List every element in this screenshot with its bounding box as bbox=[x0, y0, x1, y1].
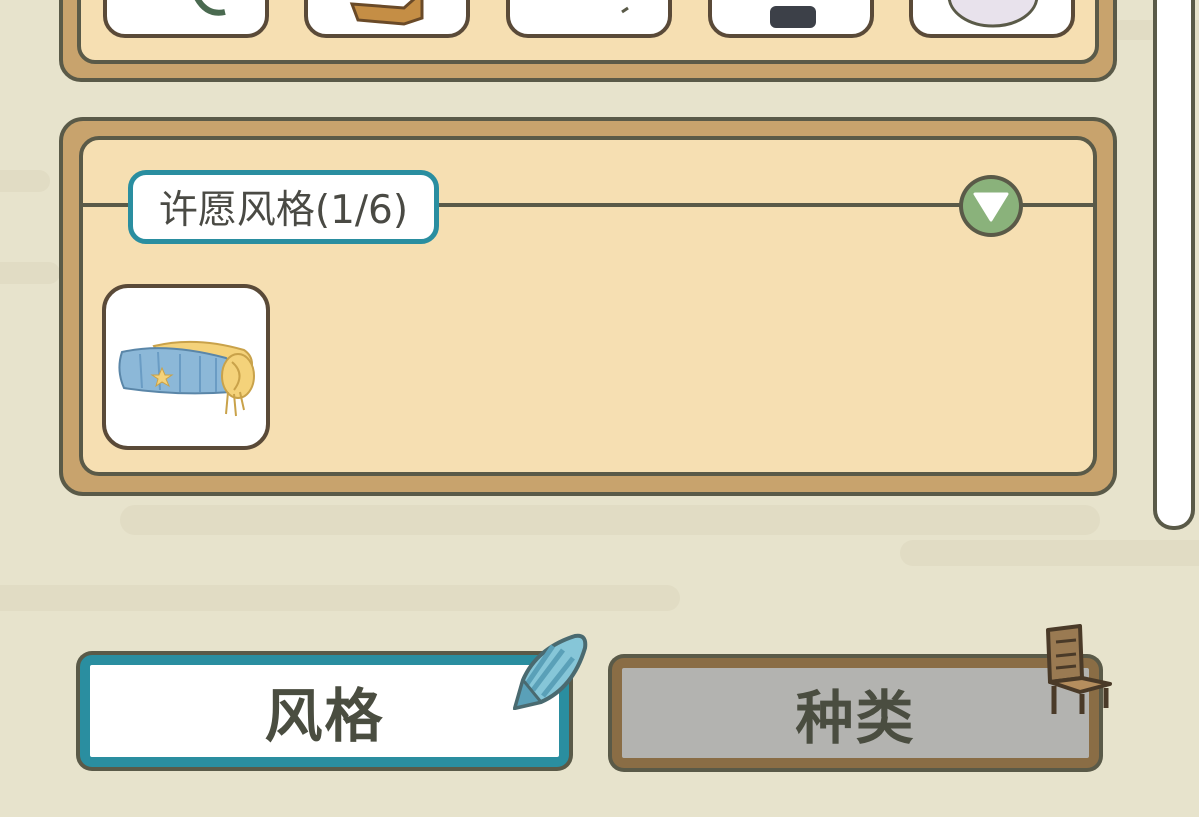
item-thumbnail-icon bbox=[621, 6, 629, 14]
category-tab-label: 种类 bbox=[795, 684, 916, 752]
style-tab-button[interactable]: 风格 bbox=[80, 655, 569, 767]
plate-icon bbox=[947, 0, 1039, 28]
background-streak bbox=[0, 262, 60, 284]
background-streak bbox=[0, 585, 680, 611]
item-slot[interactable] bbox=[708, 0, 874, 38]
jar-icon bbox=[770, 6, 816, 28]
seashell-icon bbox=[512, 633, 588, 711]
background-streak bbox=[900, 540, 1199, 566]
box-icon bbox=[349, 0, 424, 26]
blanket-roll-icon bbox=[118, 340, 255, 417]
scrollbar[interactable] bbox=[1153, 0, 1195, 530]
item-thumbnail-icon bbox=[194, 0, 226, 16]
item-slot[interactable] bbox=[909, 0, 1075, 38]
item-slot[interactable] bbox=[304, 0, 470, 38]
item-slot[interactable] bbox=[103, 0, 269, 38]
item-slot[interactable] bbox=[506, 0, 672, 38]
expand-dropdown-button[interactable] bbox=[959, 175, 1023, 237]
wish-style-title-tag: 许愿风格(1/6) bbox=[128, 170, 439, 244]
wish-style-title: 许愿风格(1/6) bbox=[158, 188, 409, 233]
style-tab-label: 风格 bbox=[264, 682, 385, 750]
background-streak bbox=[0, 170, 50, 192]
chair-icon bbox=[1046, 624, 1112, 714]
category-tab-button[interactable]: 种类 bbox=[612, 658, 1099, 768]
background-streak bbox=[120, 505, 1100, 535]
wish-item-slot[interactable] bbox=[102, 284, 270, 450]
triangle-down-icon bbox=[973, 192, 1009, 222]
